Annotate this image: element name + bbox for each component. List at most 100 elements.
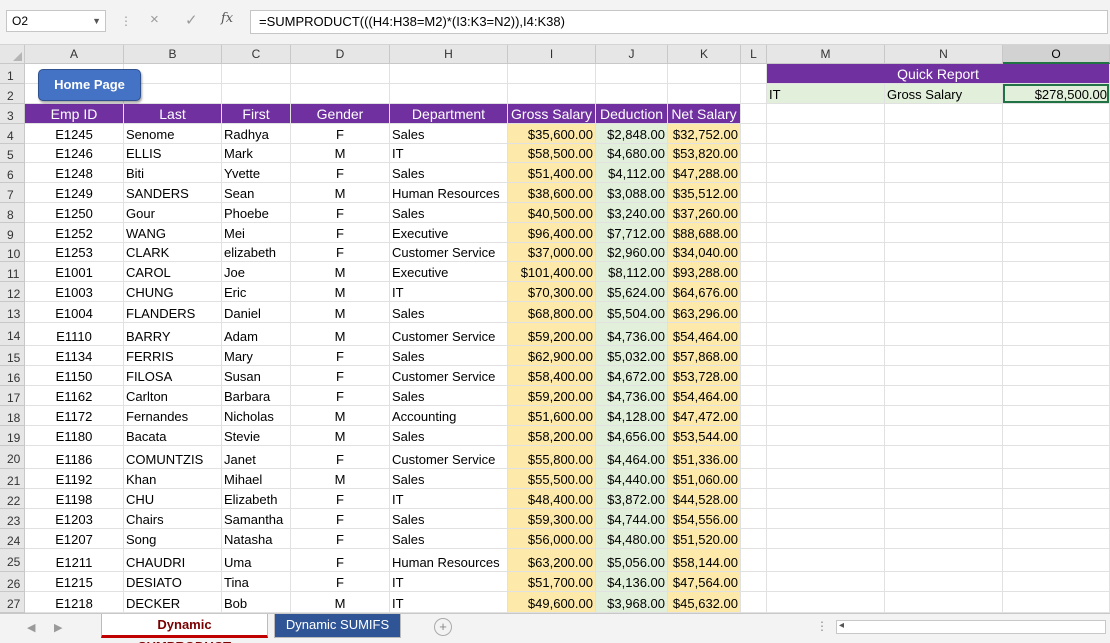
table-cell[interactable]: M [291,282,389,301]
table-cell[interactable]: Carlton [124,386,221,405]
table-cell[interactable]: Uma [222,549,290,571]
table-cell[interactable]: $4,744.00 [596,509,667,528]
table-cell[interactable]: $37,260.00 [668,203,740,222]
table-cell[interactable]: WANG [124,223,221,242]
table-cell[interactable]: $51,336.00 [668,446,740,468]
table-cell[interactable]: Bob [222,592,290,612]
table-cell[interactable]: Fernandes [124,406,221,425]
column-header-i[interactable]: I [508,45,596,64]
table-cell[interactable]: E1172 [25,406,123,425]
table-cell[interactable]: Sales [390,124,507,143]
table-cell[interactable]: E1252 [25,223,123,242]
table-cell[interactable]: $3,240.00 [596,203,667,222]
table-header-cell[interactable]: Gross Salary [508,104,595,123]
table-cell[interactable]: $4,480.00 [596,529,667,548]
table-cell[interactable]: $4,136.00 [596,572,667,591]
column-header-k[interactable]: K [668,45,741,64]
table-cell[interactable]: FLANDERS [124,302,221,322]
table-cell[interactable]: E1249 [25,183,123,202]
table-cell[interactable]: Executive [390,262,507,281]
table-cell[interactable]: Radhya [222,124,290,143]
table-cell[interactable]: Sales [390,469,507,488]
table-cell[interactable]: $70,300.00 [508,282,595,301]
table-cell[interactable]: $35,600.00 [508,124,595,143]
row-header-27[interactable]: 27 [0,592,25,613]
table-cell[interactable]: Joe [222,262,290,281]
scroll-left-arrow-icon[interactable]: ◂ [839,620,844,631]
table-cell[interactable]: IT [390,282,507,301]
table-cell[interactable]: $3,088.00 [596,183,667,202]
table-cell[interactable]: E1250 [25,203,123,222]
table-cell[interactable]: Sales [390,426,507,445]
table-cell[interactable]: $35,512.00 [668,183,740,202]
table-cell[interactable]: $32,752.00 [668,124,740,143]
table-cell[interactable]: $45,632.00 [668,592,740,612]
table-cell[interactable]: E1192 [25,469,123,488]
table-cell[interactable]: SANDERS [124,183,221,202]
table-cell[interactable]: Janet [222,446,290,468]
row-header-26[interactable]: 26 [0,572,25,592]
table-cell[interactable]: IT [390,489,507,508]
column-header-c[interactable]: C [222,45,291,64]
tab-dynamic-sumproduct[interactable]: Dynamic SUMPRODUCT [101,614,268,643]
scroll-left-icon[interactable]: ◀ [27,621,35,634]
column-header-j[interactable]: J [596,45,668,64]
table-cell[interactable]: Sean [222,183,290,202]
table-cell[interactable]: Senome [124,124,221,143]
column-header-l[interactable]: L [741,45,767,64]
table-header-cell[interactable]: Gender [291,104,389,123]
table-cell[interactable]: $4,680.00 [596,144,667,162]
quick-report-title[interactable]: Quick Report [767,64,1109,83]
table-cell[interactable]: M [291,592,389,612]
table-cell[interactable]: $48,400.00 [508,489,595,508]
table-cell[interactable]: F [291,163,389,182]
table-cell[interactable]: $8,112.00 [596,262,667,281]
table-cell[interactable]: Customer Service [390,323,507,345]
table-cell[interactable]: $4,440.00 [596,469,667,488]
table-cell[interactable]: Customer Service [390,366,507,385]
table-cell[interactable]: $56,000.00 [508,529,595,548]
table-cell[interactable]: $38,600.00 [508,183,595,202]
table-cell[interactable]: E1004 [25,302,123,322]
table-cell[interactable]: DESIATO [124,572,221,591]
row-header-10[interactable]: 10 [0,243,25,262]
table-cell[interactable]: E1215 [25,572,123,591]
table-cell[interactable]: $54,464.00 [668,323,740,345]
table-cell[interactable]: $5,032.00 [596,346,667,365]
table-cell[interactable]: $55,800.00 [508,446,595,468]
table-cell[interactable]: $58,144.00 [668,549,740,571]
table-cell[interactable]: F [291,509,389,528]
table-header-cell[interactable]: Last [124,104,221,123]
table-cell[interactable]: F [291,489,389,508]
table-cell[interactable]: Phoebe [222,203,290,222]
row-header-18[interactable]: 18 [0,406,25,426]
table-cell[interactable]: M [291,302,389,322]
table-cell[interactable]: $58,500.00 [508,144,595,162]
column-header-d[interactable]: D [291,45,390,64]
table-cell[interactable]: IT [390,592,507,612]
table-cell[interactable]: M [291,183,389,202]
table-cell[interactable]: COMUNTZIS [124,446,221,468]
table-cell[interactable]: $40,500.00 [508,203,595,222]
table-cell[interactable]: $59,300.00 [508,509,595,528]
table-cell[interactable]: ELLIS [124,144,221,162]
table-cell[interactable]: $4,112.00 [596,163,667,182]
table-cell[interactable]: Stevie [222,426,290,445]
result-cell[interactable]: $278,500.00 [1003,84,1109,103]
table-cell[interactable]: $59,200.00 [508,386,595,405]
table-cell[interactable]: M [291,406,389,425]
home-page-button[interactable]: Home Page [38,69,141,101]
column-header-b[interactable]: B [124,45,222,64]
table-cell[interactable]: $5,624.00 [596,282,667,301]
table-cell[interactable]: E1110 [25,323,123,345]
table-cell[interactable]: $3,872.00 [596,489,667,508]
table-cell[interactable]: F [291,223,389,242]
table-cell[interactable]: Mei [222,223,290,242]
table-header-cell[interactable]: Emp ID [25,104,123,123]
table-cell[interactable]: M [291,469,389,488]
add-sheet-icon[interactable]: + [434,618,452,636]
table-cell[interactable]: $101,400.00 [508,262,595,281]
table-cell[interactable]: $58,200.00 [508,426,595,445]
table-cell[interactable]: $51,600.00 [508,406,595,425]
table-cell[interactable]: $37,000.00 [508,243,595,261]
